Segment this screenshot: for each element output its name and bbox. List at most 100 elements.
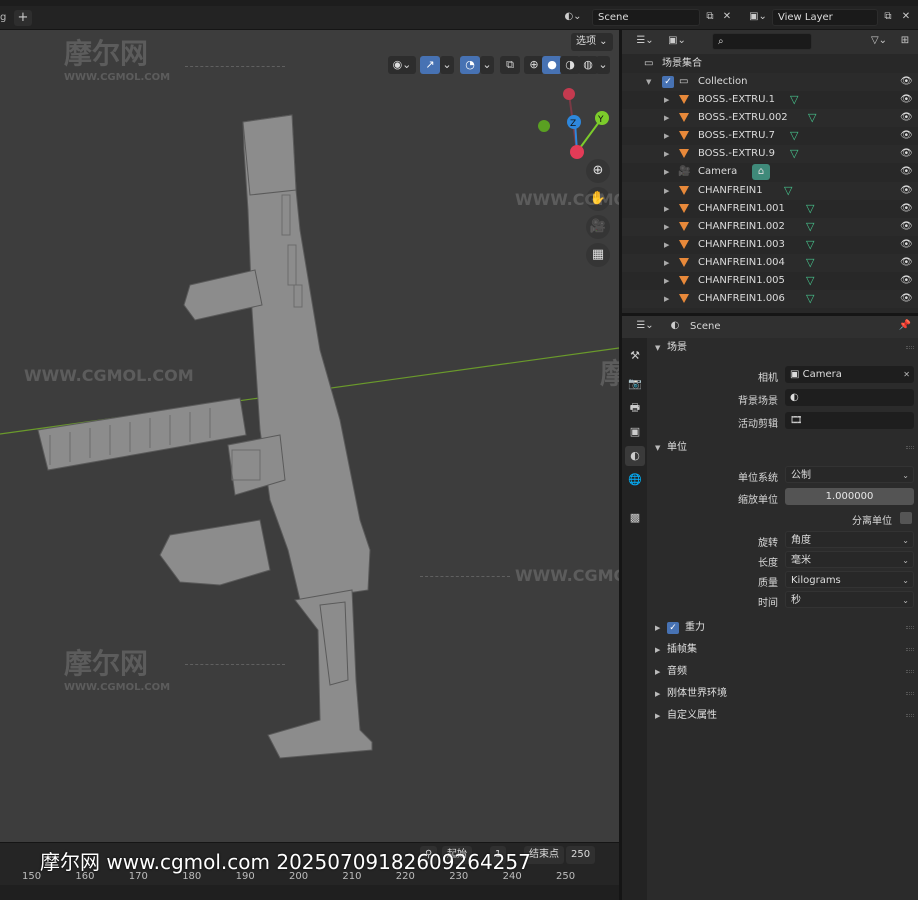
- outliner-item-row[interactable]: ▶ CHANFREIN1.006 ▽ 👁: [622, 290, 918, 309]
- expand-icon[interactable]: ▶: [664, 145, 669, 163]
- eye-icon[interactable]: 👁: [900, 145, 913, 163]
- new-collection-icon[interactable]: ⊞: [896, 33, 914, 50]
- panel-grip-icon[interactable]: [906, 346, 914, 349]
- outliner-item-row[interactable]: ▶ CHANFREIN1.002 ▽ 👁: [622, 217, 918, 236]
- collection-row[interactable]: ▼ ✓ ▭ Collection 👁: [622, 73, 918, 91]
- zoom-icon[interactable]: ⊕: [586, 159, 610, 183]
- outliner-item-row[interactable]: ▶ BOSS.-EXTRU.7 ▽ 👁: [622, 127, 918, 145]
- shading-wire-icon[interactable]: ⊕: [524, 56, 544, 74]
- camera-view-icon[interactable]: 🎥: [586, 215, 610, 239]
- expand-icon[interactable]: ▶: [664, 182, 669, 200]
- panel-grip-icon[interactable]: [906, 692, 914, 695]
- scene-panel-header[interactable]: ▼ 场景: [647, 338, 918, 358]
- panel-header[interactable]: ▶ 插帧集: [647, 640, 918, 660]
- display-mode-icon[interactable]: ▣⌄: [664, 33, 690, 50]
- eye-icon[interactable]: 👁: [900, 163, 913, 181]
- gizmo-toggle-icon[interactable]: ↗: [420, 56, 440, 74]
- panel-grip-icon[interactable]: [906, 670, 914, 673]
- shading-dropdown-icon[interactable]: ⌄: [596, 56, 610, 74]
- expand-icon[interactable]: ▶: [664, 290, 669, 308]
- outliner-item-row[interactable]: ▶ CHANFREIN1 ▽ 👁: [622, 181, 918, 200]
- outliner-item-row[interactable]: ▶ CHANFREIN1.005 ▽ 👁: [622, 272, 918, 290]
- eye-icon[interactable]: 👁: [900, 127, 913, 145]
- time-select[interactable]: 秒 ⌄: [785, 591, 914, 608]
- expand-icon[interactable]: ▶: [664, 109, 669, 127]
- outliner[interactable]: ☰⌄ ▣⌄ ⌕ ▽⌄ ⊞ ▭ 场景集合 ▼ ✓ ▭ Collection 👁 ▶…: [622, 30, 918, 313]
- texture-tab-icon[interactable]: ▩: [625, 508, 645, 528]
- camera-field[interactable]: ▣ Camera ✕: [785, 366, 914, 383]
- expand-icon[interactable]: ▶: [664, 163, 669, 181]
- expand-icon[interactable]: ▶: [664, 254, 669, 272]
- mesh-data-icon[interactable]: ▽: [790, 146, 798, 162]
- eye-icon[interactable]: 👁: [900, 91, 913, 109]
- remove-scene-icon[interactable]: ✕: [718, 9, 736, 26]
- mesh-data-icon[interactable]: ▽: [790, 128, 798, 144]
- duplicate-scene-icon[interactable]: ⧉: [701, 9, 719, 26]
- unit-scale-field[interactable]: 1.000000: [785, 488, 914, 505]
- pin-icon[interactable]: 📌: [896, 318, 914, 335]
- outliner-item-row[interactable]: ▶ CHANFREIN1.001 ▽ 👁: [622, 200, 918, 218]
- eye-icon[interactable]: 👁: [900, 109, 913, 127]
- units-panel-header[interactable]: ▼ 单位: [647, 438, 918, 458]
- shading-solid-icon[interactable]: ●: [542, 56, 562, 74]
- eye-icon[interactable]: 👁: [900, 254, 913, 272]
- outliner-search-input[interactable]: ⌕: [712, 33, 812, 50]
- mesh-data-icon[interactable]: ▽: [790, 92, 798, 108]
- panel-enable-checkbox[interactable]: ✓: [667, 622, 679, 634]
- perspective-grid-icon[interactable]: ▦: [586, 243, 610, 267]
- panel-grip-icon[interactable]: [906, 626, 914, 629]
- rotation-select[interactable]: 角度 ⌄: [785, 531, 914, 548]
- viewport-options-button[interactable]: 选项 ⌄: [571, 33, 613, 51]
- overlay-toggle-icon[interactable]: ◔: [460, 56, 480, 74]
- collection-checkbox[interactable]: ✓: [662, 76, 674, 88]
- expand-icon[interactable]: ▶: [664, 236, 669, 254]
- expand-icon[interactable]: ▶: [664, 200, 669, 218]
- timeline-track[interactable]: [0, 885, 619, 900]
- overlay-dropdown-icon[interactable]: ⌄: [480, 56, 494, 74]
- world-tab-icon[interactable]: 🌐: [625, 470, 645, 490]
- shading-rendered-icon[interactable]: ◍: [578, 56, 598, 74]
- eye-icon[interactable]: 👁: [900, 272, 913, 290]
- render-tab-icon[interactable]: 📷: [625, 374, 645, 394]
- panel-header[interactable]: ▶ ✓ 重力: [647, 618, 918, 638]
- end-frame-field[interactable]: 250: [566, 846, 596, 864]
- outliner-item-row[interactable]: ▶ BOSS.-EXTRU.9 ▽ 👁: [622, 145, 918, 164]
- mass-select[interactable]: Kilograms ⌄: [785, 571, 914, 588]
- outliner-item-row[interactable]: ▶ BOSS.-EXTRU.002 ▽ 👁: [622, 109, 918, 128]
- gizmo-dropdown-icon[interactable]: ⌄: [440, 56, 454, 74]
- properties-editor[interactable]: ☰⌄ ◐ Scene 📌 ⚒ 📷 🖶 ▣ ◐ 🌐 ▩ ▼ 场景 相机 ▣ Cam…: [622, 316, 918, 900]
- mesh-data-icon[interactable]: ▽: [806, 201, 814, 217]
- view-layer-tab-icon[interactable]: ▣: [625, 422, 645, 442]
- workspace-tab-fragment[interactable]: g: [0, 10, 12, 26]
- camera-data-icon[interactable]: ⌂: [752, 164, 770, 181]
- expand-icon[interactable]: ▶: [664, 218, 669, 236]
- unit-system-select[interactable]: 公制 ⌄: [785, 466, 914, 483]
- mesh-data-icon[interactable]: ▽: [784, 183, 792, 199]
- view-layer-selector-icon[interactable]: ▣⌄: [745, 9, 771, 26]
- scene-tab-icon[interactable]: ◐: [625, 446, 645, 466]
- clear-icon[interactable]: ✕: [903, 366, 910, 383]
- eye-icon[interactable]: 👁: [900, 236, 913, 254]
- duplicate-view-layer-icon[interactable]: ⧉: [879, 9, 897, 26]
- background-scene-field[interactable]: ◐: [785, 389, 914, 406]
- mesh-data-icon[interactable]: ▽: [808, 110, 816, 126]
- panel-header[interactable]: ▶ 自定义属性: [647, 706, 918, 726]
- eye-icon[interactable]: 👁: [900, 182, 913, 200]
- panel-grip-icon[interactable]: [906, 648, 914, 651]
- panel-header[interactable]: ▶ 音频: [647, 662, 918, 682]
- outliner-item-row[interactable]: ▶ BOSS.-EXTRU.1 ▽ 👁: [622, 91, 918, 109]
- separate-units-checkbox[interactable]: [900, 512, 912, 524]
- xray-toggle-icon[interactable]: ⧉: [500, 56, 520, 74]
- mesh-data-icon[interactable]: ▽: [806, 255, 814, 271]
- panel-grip-icon[interactable]: [906, 446, 914, 449]
- eye-icon[interactable]: 👁: [900, 73, 913, 91]
- eye-icon[interactable]: 👁: [900, 290, 913, 308]
- remove-view-layer-icon[interactable]: ✕: [897, 9, 915, 26]
- panel-grip-icon[interactable]: [906, 714, 914, 717]
- editor-type-icon[interactable]: ☰⌄: [632, 318, 658, 335]
- expand-icon[interactable]: ▶: [664, 272, 669, 290]
- outliner-item-row[interactable]: ▶ 🎥 Camera ⌂ 👁: [622, 163, 918, 181]
- outliner-item-row[interactable]: ▶ CHANFREIN1.004 ▽ 👁: [622, 253, 918, 272]
- viewport-canvas[interactable]: Y Z: [0, 30, 619, 842]
- filter-icon[interactable]: ▽⌄: [866, 33, 892, 50]
